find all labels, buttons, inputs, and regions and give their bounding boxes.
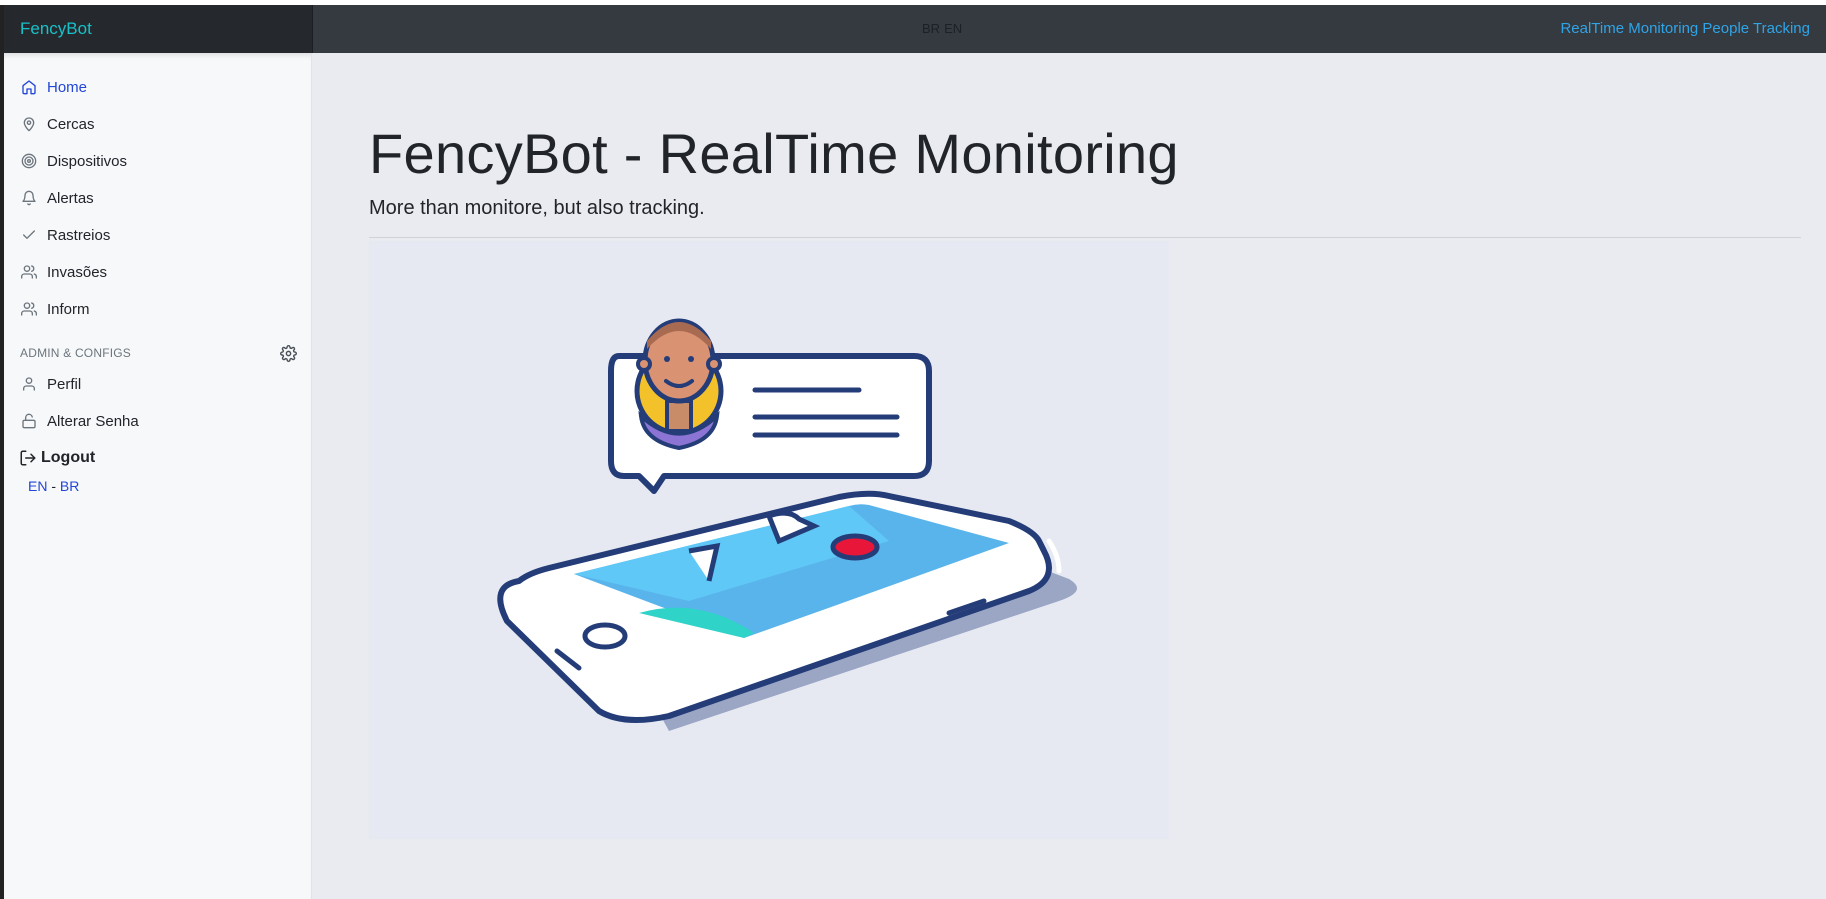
sidebar: Home Cercas Dispositivos Alertas Rastrei… bbox=[4, 53, 312, 899]
sidebar-item-label: Inform bbox=[47, 301, 90, 318]
home-icon bbox=[21, 79, 39, 97]
lang-separator: - bbox=[51, 478, 57, 494]
sidebar-nav: Home Cercas Dispositivos Alertas Rastrei… bbox=[4, 53, 311, 328]
logout-label: Logout bbox=[41, 449, 96, 466]
sidebar-item-label: Alertas bbox=[47, 190, 94, 207]
sidebar-item-label: Rastreios bbox=[47, 227, 111, 244]
target-icon bbox=[21, 153, 39, 171]
map-pin-icon bbox=[21, 116, 39, 134]
hero-illustration bbox=[369, 241, 1169, 839]
lock-icon bbox=[21, 413, 39, 431]
sidebar-item-label: Dispositivos bbox=[47, 153, 128, 170]
sidebar-item-dispositivos[interactable]: Dispositivos bbox=[4, 143, 311, 180]
gear-icon[interactable] bbox=[280, 345, 297, 362]
users-icon bbox=[21, 301, 39, 319]
sidebar-language-switch: EN - BR bbox=[4, 478, 311, 494]
sidebar-item-home[interactable]: Home bbox=[4, 69, 311, 106]
admin-nav: Perfil Alterar Senha bbox=[4, 364, 311, 440]
window-top-edge bbox=[0, 0, 1826, 5]
sidebar-item-perfil[interactable]: Perfil bbox=[4, 366, 311, 403]
sidebar-item-alterar-senha[interactable]: Alterar Senha bbox=[4, 403, 311, 440]
phone-tracking-illustration bbox=[497, 318, 1077, 731]
sidebar-item-label: Alterar Senha bbox=[47, 413, 139, 430]
sidebar-item-label: Cercas bbox=[47, 116, 95, 133]
admin-section-heading: ADMIN & CONFIGS bbox=[4, 342, 311, 364]
hero-divider bbox=[369, 237, 1801, 238]
sidebar-item-cercas[interactable]: Cercas bbox=[4, 106, 311, 143]
top-navbar: FencyBot BR EN RealTime Monitoring People… bbox=[4, 5, 1826, 53]
sidebar-item-alertas[interactable]: Alertas bbox=[4, 180, 311, 217]
logout-icon bbox=[20, 450, 36, 466]
sidebar-item-invasoes[interactable]: Invasões bbox=[4, 254, 311, 291]
lang-en-link[interactable]: EN bbox=[28, 478, 47, 494]
users-icon bbox=[21, 264, 39, 282]
top-language-switch: BR EN bbox=[922, 5, 966, 53]
sidebar-item-label: Perfil bbox=[47, 376, 82, 393]
lang-br-link[interactable]: BR bbox=[60, 478, 79, 494]
main-content: FencyBot - RealTime Monitoring More than… bbox=[337, 53, 1826, 899]
page-title: FencyBot - RealTime Monitoring bbox=[369, 122, 1179, 185]
lang-br-link[interactable]: BR bbox=[922, 21, 940, 36]
lang-en-link[interactable]: EN bbox=[944, 21, 962, 36]
sidebar-item-label: Invasões bbox=[47, 264, 108, 281]
admin-section-label: ADMIN & CONFIGS bbox=[20, 346, 132, 360]
brand-link[interactable]: FencyBot bbox=[4, 5, 313, 53]
bell-icon bbox=[21, 190, 39, 208]
window-left-edge bbox=[0, 0, 4, 899]
sidebar-item-inform[interactable]: Inform bbox=[4, 291, 311, 328]
page-subtitle: More than monitore, but also tracking. bbox=[369, 197, 705, 219]
check-icon bbox=[21, 227, 39, 245]
sidebar-item-rastreios[interactable]: Rastreios bbox=[4, 217, 311, 254]
sidebar-item-label: Home bbox=[47, 79, 88, 96]
tagline-link[interactable]: RealTime Monitoring People Tracking bbox=[1560, 5, 1810, 53]
user-icon bbox=[21, 376, 39, 394]
logout-button[interactable]: Logout bbox=[4, 440, 311, 476]
